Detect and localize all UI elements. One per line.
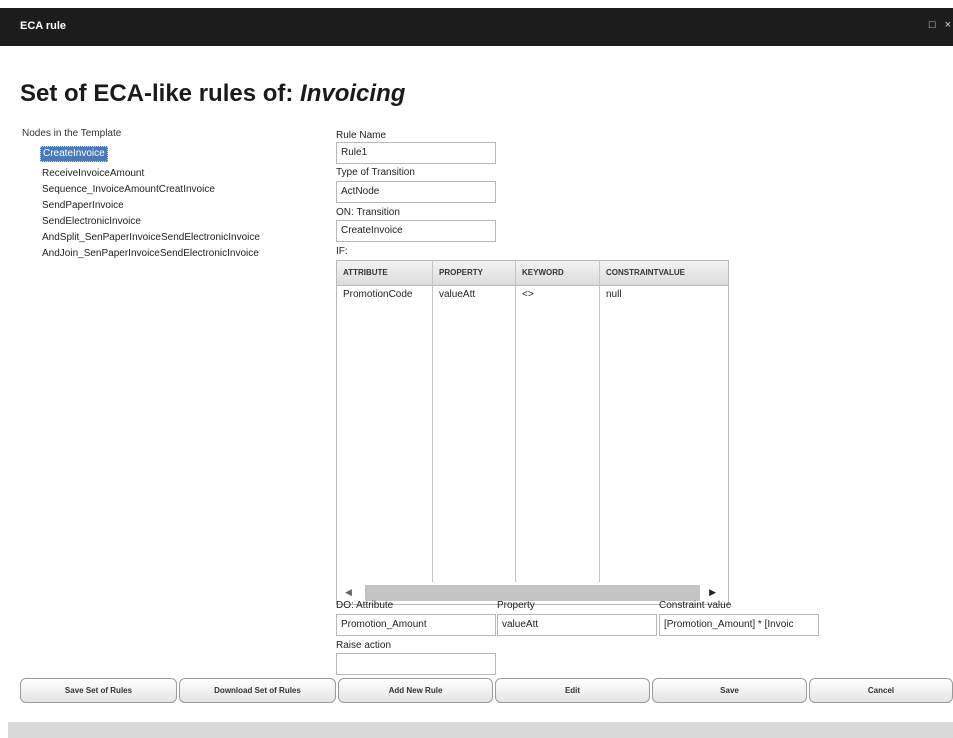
rule-name-label: Rule Name [336,130,387,141]
dialog-title: ECA rule [20,20,67,32]
node-item-andjoin[interactable]: AndJoin_SenPaperInvoiceSendElectronicInv… [40,246,262,262]
edit-button[interactable]: Edit [495,678,650,703]
scrollbar-thumb[interactable] [365,585,700,601]
property-label: Property [497,600,535,611]
button-bar: Save Set of Rules Download Set of Rules … [20,678,953,703]
maximize-icon[interactable]: □ [929,19,936,31]
cancel-button[interactable]: Cancel [809,678,953,703]
process-name: Invoicing [300,80,406,107]
scroll-left-icon[interactable]: ◀ [345,587,352,598]
rule-name-input[interactable]: Rule1 [336,142,496,164]
raise-action-input[interactable] [336,653,496,675]
window-top-strip [0,0,953,8]
cell-property[interactable]: valueAtt [433,285,516,585]
node-list: CreateInvoice ReceiveInvoiceAmount Seque… [40,146,262,262]
constraint-value-label: Constraint value [659,600,732,611]
if-label: IF: [336,246,348,257]
node-item-sequence[interactable]: Sequence_InvoiceAmountCreatInvoice [40,182,262,198]
dialog-titlebar: ECA rule □ × [0,8,953,46]
save-button[interactable]: Save [652,678,807,703]
column-header-attribute[interactable]: ATTRIBUTE [337,261,433,285]
scroll-right-icon[interactable]: ▶ [709,587,716,598]
cell-attribute[interactable]: PromotionCode [337,285,433,585]
window-controls: □ × [923,19,951,31]
close-icon[interactable]: × [945,19,951,31]
page-title: Set of ECA-like rules of: Invoicing [20,80,405,108]
cell-constraintvalue[interactable]: null [600,285,728,305]
add-new-rule-button[interactable]: Add New Rule [338,678,493,703]
node-item-receiveinvoiceamount[interactable]: ReceiveInvoiceAmount [40,166,262,182]
table-row[interactable]: PromotionCode valueAtt <> null [337,285,728,585]
node-item-sendelectronicinvoice[interactable]: SendElectronicInvoice [40,214,262,230]
column-header-property[interactable]: PROPERTY [433,261,516,285]
do-attribute-label: DO: Attribute [336,600,394,611]
table-header: ATTRIBUTE PROPERTY KEYWORD CONSTRAINTVAL… [337,261,728,286]
column-header-keyword[interactable]: KEYWORD [516,261,600,285]
if-conditions-table: ATTRIBUTE PROPERTY KEYWORD CONSTRAINTVAL… [336,260,729,605]
footer-bar [8,722,953,738]
node-item-sendpaperinvoice[interactable]: SendPaperInvoice [40,198,262,214]
constraint-value-input[interactable]: [Promotion_Amount] * [Invoic [659,614,819,636]
on-transition-input[interactable]: CreateInvoice [336,220,496,242]
cell-keyword[interactable]: <> [516,285,600,585]
do-attribute-input[interactable]: Promotion_Amount [336,614,496,636]
download-set-of-rules-button[interactable]: Download Set of Rules [179,678,336,703]
node-item-createinvoice[interactable]: CreateInvoice [40,146,108,162]
on-transition-label: ON: Transition [336,207,400,218]
nodes-label: Nodes in the Template [22,128,122,139]
property-input[interactable]: valueAtt [497,614,657,636]
raise-action-label: Raise action [336,640,392,651]
node-item-andsplit[interactable]: AndSplit_SenPaperInvoiceSendElectronicIn… [40,230,262,246]
save-set-of-rules-button[interactable]: Save Set of Rules [20,678,177,703]
transition-type-label: Type of Transition [336,167,415,178]
transition-type-input[interactable]: ActNode [336,181,496,203]
page-title-prefix: Set of ECA-like rules of: [20,80,301,107]
column-header-constraintvalue[interactable]: CONSTRAINTVALUE [600,261,728,285]
